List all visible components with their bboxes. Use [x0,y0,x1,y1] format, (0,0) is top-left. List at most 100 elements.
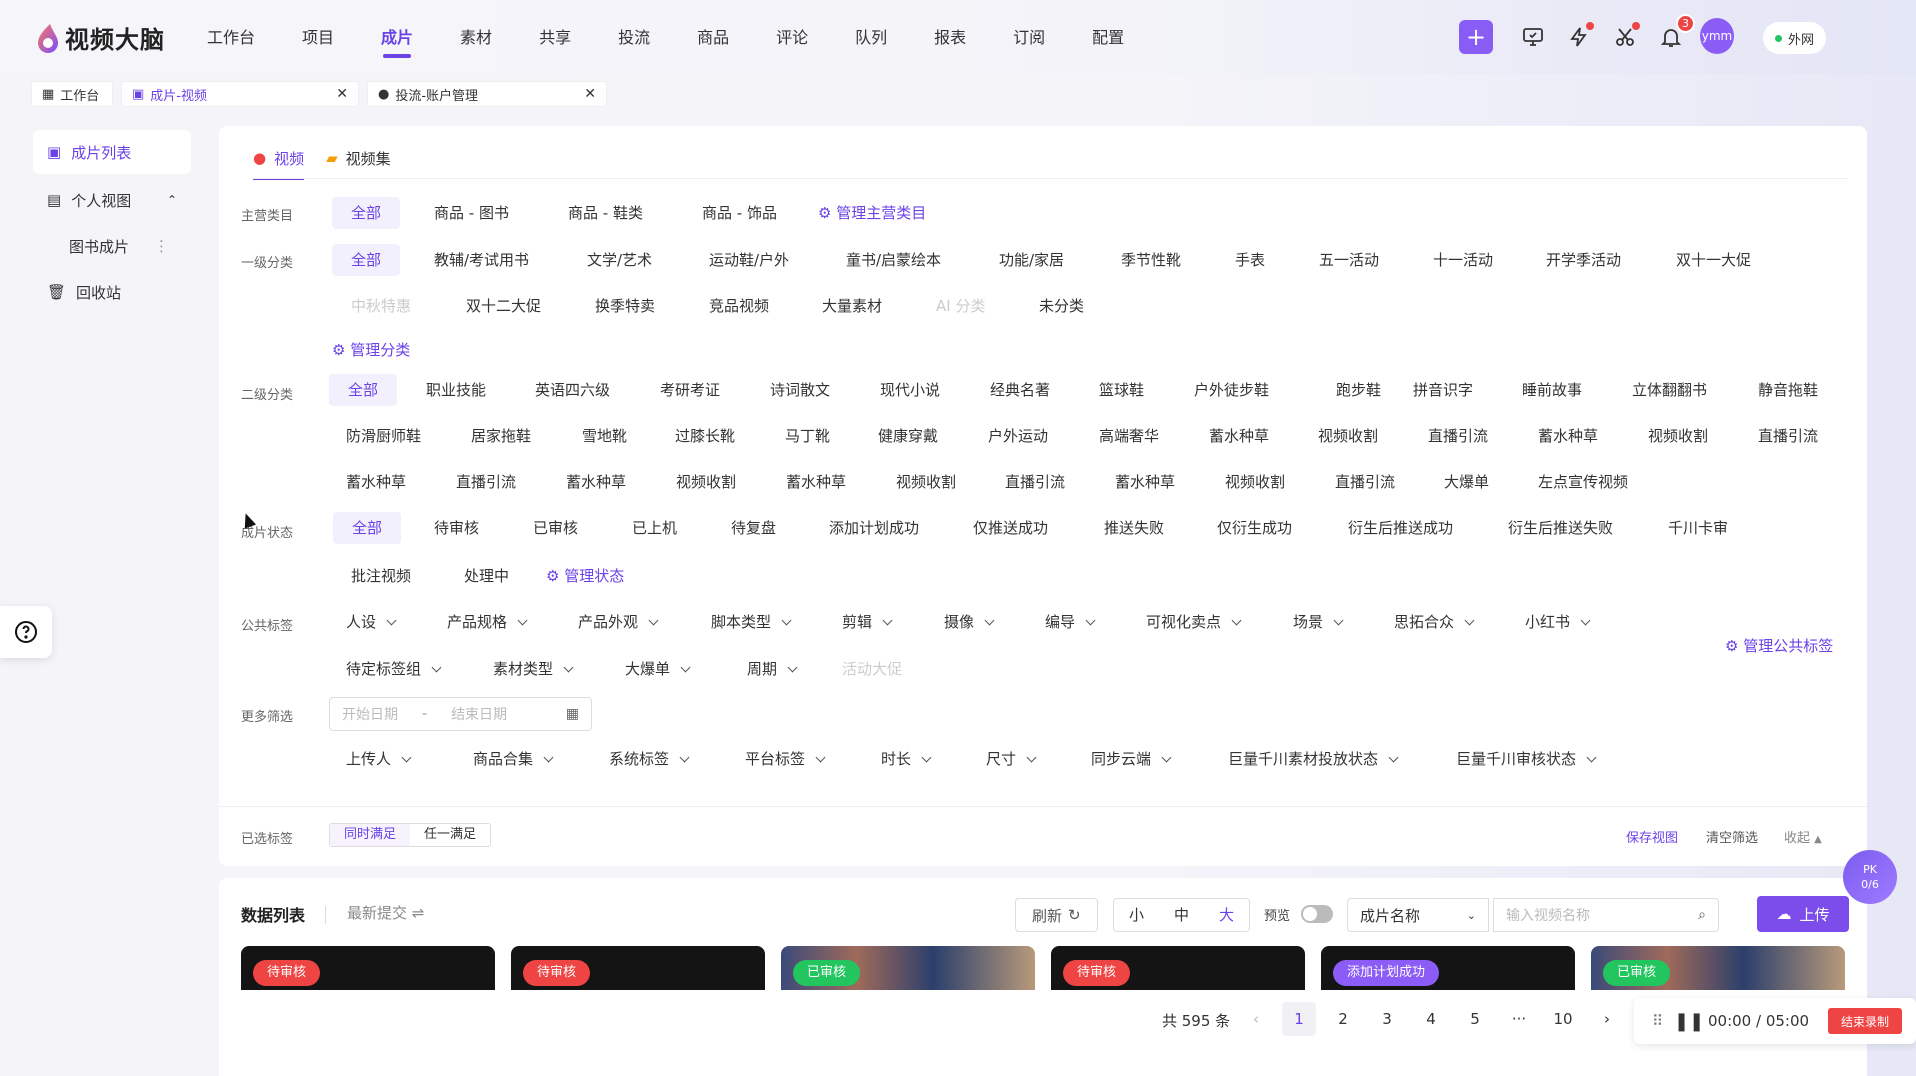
status-filter-chip[interactable]: 仅衍生成功 [1217,512,1292,544]
main-filter-chip[interactable]: 全部 [332,197,401,229]
tag-dropdown[interactable]: 小红书 [1525,606,1591,638]
level2-filter-chip[interactable]: 户外徒步鞋 [1194,374,1269,406]
level2-filter-chip[interactable]: 诗词散文 [770,374,830,406]
nav-ads[interactable]: 投流 [618,24,650,64]
level2-filter-chip[interactable]: 直播引流 [1758,420,1818,452]
more-filter-dropdown[interactable]: 平台标签 [745,743,826,775]
nav-queue[interactable]: 队列 [855,24,887,64]
level1-filter-chip[interactable]: 全部 [332,244,401,276]
nav-share[interactable]: 共享 [539,24,571,64]
tab-workbench[interactable]: ▦ 工作台 [31,81,113,107]
status-filter-chip[interactable]: 千川卡审 [1668,512,1728,544]
video-card[interactable]: 待审核 [241,946,495,990]
level2-filter-chip[interactable]: 蓄水种草 [1538,420,1598,452]
level2-filter-chip[interactable]: 拼音识字 [1413,374,1473,406]
level2-filter-chip[interactable]: 大爆单 [1444,466,1489,498]
tag-dropdown[interactable]: 编导 [1045,606,1096,638]
tag-dropdown[interactable]: 摄像 [944,606,995,638]
level1-filter-chip[interactable]: 手表 [1235,244,1265,276]
sort-selector[interactable]: 最新提交 ⇌ [347,902,424,923]
close-icon[interactable]: ✕ [336,86,348,102]
status-filter-chip[interactable]: 待审核 [434,512,479,544]
page-number[interactable]: 2 [1326,1002,1360,1036]
level2-filter-chip[interactable]: 马丁靴 [785,420,830,452]
scissors-icon[interactable] [1608,20,1642,54]
level2-filter-chip[interactable]: 蓄水种草 [786,466,846,498]
sidebar-item-finished-list[interactable]: ▣ 成片列表 [33,130,191,174]
manage-main-category-link[interactable]: ⚙ 管理主营类目 [818,197,926,229]
nav-project[interactable]: 项目 [302,24,334,64]
tag-dropdown[interactable]: 可视化卖点 [1146,606,1242,638]
level1-filter-chip[interactable]: 运动鞋/户外 [709,244,789,276]
nav-reports[interactable]: 报表 [934,24,966,64]
more-filter-dropdown[interactable]: 巨量千川素材投放状态 [1228,743,1399,775]
more-filter-dropdown[interactable]: 商品合集 [473,743,554,775]
level2-filter-chip[interactable]: 视频收割 [1648,420,1708,452]
tag-dropdown[interactable]: 周期 [747,653,798,685]
sidebar-item-recycle-bin[interactable]: 🗑 回收站 [33,270,191,314]
more-filter-dropdown[interactable]: 时长 [881,743,932,775]
level2-filter-chip[interactable]: 静音拖鞋 [1758,374,1818,406]
date-end[interactable]: 结束日期 [451,704,507,724]
level2-filter-chip[interactable]: 蓄水种草 [1115,466,1175,498]
level1-filter-chip[interactable]: 教辅/考试用书 [434,244,529,276]
level1-filter-chip[interactable]: 功能/家居 [999,244,1064,276]
tag-dropdown[interactable]: 素材类型 [493,653,574,685]
level2-filter-chip[interactable]: 健康穿戴 [878,420,938,452]
level1-filter-chip[interactable]: 童书/启蒙绘本 [846,244,941,276]
level1-filter-chip[interactable]: 文学/艺术 [587,244,652,276]
level1-filter-chip[interactable]: 双十二大促 [466,290,541,322]
tab-finished-video[interactable]: ▣ 成片-视频 ✕ [121,81,359,107]
level2-filter-chip[interactable]: 视频收割 [1225,466,1285,498]
close-icon[interactable]: ✕ [584,86,596,102]
tag-dropdown[interactable]: 大爆单 [625,653,691,685]
nav-comments[interactable]: 评论 [776,24,808,64]
level1-filter-chip[interactable]: 十一活动 [1433,244,1493,276]
tag-dropdown[interactable]: 思拓合众 [1394,606,1475,638]
sidebar-item-book-videos[interactable]: 图书成片 ⋮ [33,222,191,270]
more-filter-dropdown[interactable]: 巨量千川审核状态 [1456,743,1597,775]
level1-filter-chip[interactable]: 五一活动 [1319,244,1379,276]
level2-filter-chip[interactable]: 高端奢华 [1099,420,1159,452]
nav-finished-video[interactable]: 成片 [381,24,413,64]
status-filter-chip[interactable]: 推送失败 [1104,512,1164,544]
date-start[interactable]: 开始日期 [342,704,398,724]
next-page-icon[interactable]: › [1590,1002,1624,1036]
level2-filter-chip[interactable]: 英语四六级 [535,374,610,406]
tab-account-manage[interactable]: ● 投流-账户管理 ✕ [367,81,607,107]
date-range-picker[interactable]: 开始日期 - 结束日期 ▦ [329,697,592,731]
main-filter-chip[interactable]: 商品 - 鞋类 [568,197,643,229]
level2-filter-chip[interactable]: 蓄水种草 [566,466,626,498]
level2-filter-chip[interactable]: 直播引流 [1335,466,1395,498]
tab-video[interactable]: ● 视频 [253,140,305,180]
manage-public-tags-link[interactable]: ⚙ 管理公共标签 [1725,630,1833,662]
page-number[interactable]: 5 [1458,1002,1492,1036]
size-large[interactable]: 大 [1204,899,1249,931]
manage-category-link[interactable]: ⚙ 管理分类 [332,334,410,366]
upload-button[interactable]: ☁ 上传 [1757,896,1849,932]
level2-filter-chip[interactable]: 考研考证 [660,374,720,406]
status-filter-chip[interactable]: 批注视频 [351,560,411,592]
level2-filter-chip[interactable]: 视频收割 [1318,420,1378,452]
level2-filter-chip[interactable]: 经典名著 [990,374,1050,406]
page-number[interactable]: 3 [1370,1002,1404,1036]
drag-handle-icon[interactable]: ⠿ [1652,1012,1663,1030]
stop-recording-button[interactable]: 结束录制 [1828,1008,1902,1034]
tag-dropdown[interactable]: 人设 [346,606,397,638]
level2-filter-chip[interactable]: 睡前故事 [1522,374,1582,406]
more-filter-dropdown[interactable]: 系统标签 [609,743,690,775]
level2-filter-chip[interactable]: 直播引流 [1428,420,1488,452]
search-field-select[interactable]: 成片名称 ⌄ [1347,898,1489,932]
refresh-button[interactable]: 刷新 ↻ [1015,898,1098,932]
level2-filter-chip[interactable]: 立体翻翻书 [1632,374,1707,406]
level2-filter-chip[interactable]: 直播引流 [1005,466,1065,498]
add-button[interactable]: + [1459,20,1493,54]
level1-filter-chip[interactable]: 大量素材 [822,290,882,322]
tab-video-set[interactable]: ▰ 视频集 [326,140,391,176]
level2-filter-chip[interactable]: 防滑厨师鞋 [346,420,421,452]
nav-config[interactable]: 配置 [1092,24,1124,64]
page-number[interactable]: 10 [1546,1002,1580,1036]
nav-material[interactable]: 素材 [460,24,492,64]
network-status[interactable]: 外网 [1763,22,1827,54]
level2-filter-chip[interactable]: 视频收割 [676,466,736,498]
